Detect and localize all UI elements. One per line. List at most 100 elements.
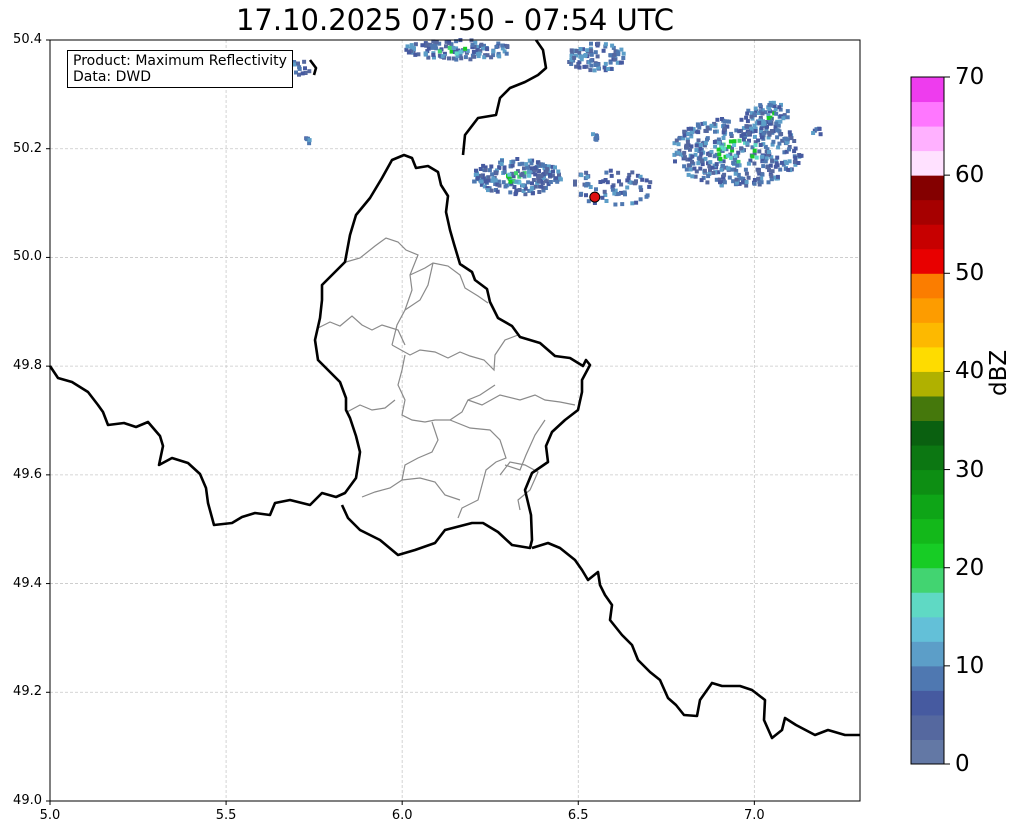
echo-pixel bbox=[746, 161, 751, 166]
echo-pixel bbox=[775, 128, 780, 133]
echo-pixel bbox=[721, 136, 726, 140]
colorbar-segment bbox=[911, 567, 944, 593]
echo-pixel bbox=[704, 129, 709, 133]
echo-pixel bbox=[752, 181, 757, 186]
echo-pixel bbox=[296, 61, 300, 66]
echo-pixel bbox=[798, 153, 803, 158]
echo-pixel bbox=[470, 42, 475, 47]
echo-pixel bbox=[484, 179, 488, 184]
echo-pixel bbox=[459, 56, 464, 61]
echo-pixel bbox=[595, 134, 599, 139]
echo-pixel bbox=[727, 175, 732, 180]
echo-pixel bbox=[527, 173, 532, 178]
echo-pixel bbox=[713, 144, 718, 149]
echo-pixel bbox=[752, 161, 757, 166]
echo-pixel bbox=[761, 164, 766, 169]
echo-pixel bbox=[760, 154, 765, 159]
echo-pixel bbox=[644, 178, 649, 183]
colorbar-segment bbox=[911, 224, 944, 250]
colorbar-segment bbox=[911, 739, 944, 765]
echo-pixel bbox=[817, 126, 822, 131]
echo-pixel bbox=[610, 43, 615, 48]
echo-pixel bbox=[756, 169, 761, 174]
echo-pixel bbox=[694, 148, 699, 152]
x-tick-label: 5.0 bbox=[39, 808, 61, 823]
x-tick-label: 6.5 bbox=[567, 808, 589, 823]
echo-pixel bbox=[489, 164, 494, 169]
echo-pixel bbox=[490, 172, 495, 177]
echo-pixel bbox=[759, 180, 764, 185]
echo-pixel bbox=[699, 178, 704, 183]
colorbar-segment bbox=[911, 371, 944, 397]
echo-pixel bbox=[729, 131, 734, 136]
colorbar-label: dBZ bbox=[986, 349, 1012, 396]
echo-pixel bbox=[540, 162, 545, 167]
echo-pixel bbox=[744, 124, 749, 129]
echo-pixel bbox=[579, 173, 584, 178]
echo-pixel bbox=[685, 139, 690, 144]
echo-pixel bbox=[603, 178, 608, 182]
echo-pixel bbox=[749, 114, 754, 119]
echo-pixel bbox=[708, 160, 713, 165]
echo-pixel bbox=[548, 173, 552, 177]
echo-pixel bbox=[616, 52, 621, 57]
echo-pixel bbox=[529, 161, 534, 166]
echo-pixel bbox=[517, 188, 522, 192]
echo-pixel bbox=[420, 43, 425, 48]
echo-pixel bbox=[539, 184, 544, 189]
echo-pixel bbox=[682, 150, 687, 155]
echo-pixel bbox=[483, 168, 488, 172]
echo-pixel bbox=[604, 170, 609, 175]
echo-pixel bbox=[585, 181, 590, 186]
echo-pixel bbox=[676, 150, 681, 155]
colorbar-segment bbox=[911, 273, 944, 299]
echo-pixel bbox=[592, 68, 597, 73]
echo-pixel bbox=[771, 139, 776, 144]
echo-pixel bbox=[444, 44, 448, 49]
echo-pixel bbox=[606, 67, 611, 71]
echo-pixel bbox=[818, 132, 823, 137]
echo-pixel bbox=[698, 156, 703, 161]
echo-pixel bbox=[608, 53, 613, 58]
echo-pixel bbox=[595, 62, 600, 67]
echo-pixel bbox=[531, 178, 536, 182]
echo-pixel bbox=[770, 169, 775, 174]
echo-pixel bbox=[578, 47, 583, 51]
colorbar-segment bbox=[911, 518, 944, 544]
echo-pixel bbox=[458, 50, 463, 55]
echo-pixel bbox=[537, 175, 542, 179]
echo-pixel bbox=[781, 116, 786, 121]
echo-pixel bbox=[500, 43, 505, 48]
echo-pixel bbox=[770, 158, 775, 163]
echo-pixel bbox=[406, 50, 411, 55]
echo-pixel bbox=[425, 42, 430, 47]
echo-pixel bbox=[608, 60, 613, 65]
echo-pixel bbox=[674, 138, 679, 143]
echo-pixel bbox=[757, 120, 762, 125]
echo-pixel bbox=[757, 149, 762, 154]
echo-pixel bbox=[585, 48, 590, 53]
echo-pixel bbox=[773, 164, 778, 169]
echo-pixel bbox=[750, 154, 755, 159]
echo-pixel bbox=[758, 143, 763, 147]
colorbar-tick-label: 70 bbox=[955, 64, 985, 90]
echo-pixel bbox=[767, 106, 772, 111]
echo-pixel bbox=[717, 152, 722, 157]
echo-pixel bbox=[712, 140, 717, 144]
echo-pixel bbox=[736, 150, 741, 155]
colorbar-tick-label: 10 bbox=[955, 652, 985, 679]
echo-pixel bbox=[486, 188, 490, 193]
colorbar-segment bbox=[911, 445, 944, 471]
colorbar-tick-label: 50 bbox=[955, 260, 985, 287]
echo-pixel bbox=[638, 185, 643, 190]
echo-pixel bbox=[725, 166, 730, 171]
echo-pixel bbox=[297, 66, 302, 71]
colorbar-segment bbox=[911, 77, 944, 103]
echo-pixel bbox=[737, 138, 742, 143]
echo-pixel bbox=[785, 109, 790, 114]
echo-pixel bbox=[722, 119, 727, 124]
colorbar-segment bbox=[911, 395, 944, 421]
echo-pixel bbox=[504, 51, 509, 56]
echo-pixel bbox=[676, 142, 681, 147]
echo-pixel bbox=[777, 105, 782, 110]
